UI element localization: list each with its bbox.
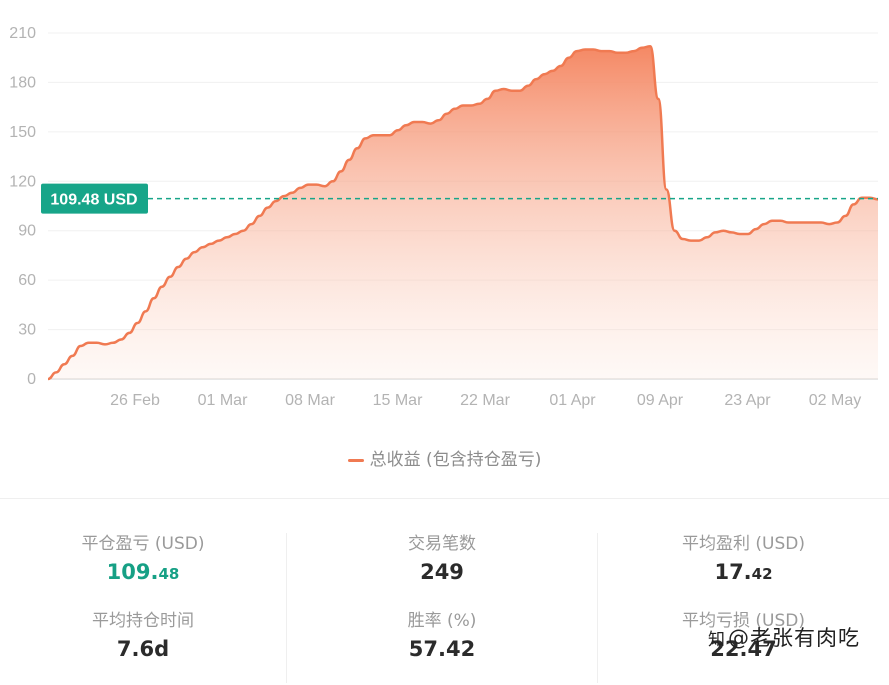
legend-swatch — [347, 458, 364, 462]
x-tick-label: 23 Apr — [724, 392, 771, 409]
y-tick-label: 60 — [18, 272, 36, 289]
closed-pnl-label: 平仓盈亏 (USD) — [81, 534, 205, 554]
trade-count-value: 249 — [420, 560, 464, 584]
avg-holding-time-value: 7.6d — [116, 637, 170, 661]
zhihu-logo-icon: 知 — [708, 630, 726, 650]
x-tick-label: 08 Mar — [285, 392, 335, 409]
stats-column-2: 交易笔数 249 胜率 (%) 57.42 — [287, 533, 597, 683]
watermark: 知@老张有肉吃 — [708, 622, 860, 652]
y-tick-label: 90 — [18, 223, 36, 240]
y-tick-label: 180 — [9, 74, 36, 91]
x-axis-ticks: 26 Feb 01 Mar 08 Mar 15 Mar 22 Mar 01 Apr 09 A… — [110, 392, 861, 409]
stats-column-1: 平仓盈亏 (USD) 109.48 平均持仓时间 7.6d — [0, 533, 286, 683]
x-tick-label: 26 Feb — [110, 392, 160, 409]
avg-profit-label: 平均盈利 (USD) — [682, 534, 805, 554]
stats-column-3: 平均盈利 (USD) 17.42 平均亏损 (USD) 22.47 — [598, 533, 889, 683]
x-tick-label: 09 Apr — [637, 392, 684, 409]
y-tick-label: 30 — [18, 322, 36, 339]
x-tick-label: 01 Apr — [549, 392, 596, 409]
y-tick-label: 120 — [9, 173, 36, 190]
reference-label: 109.48 USD — [50, 192, 137, 209]
stats-panel: 平仓盈亏 (USD) 109.48 平均持仓时间 7.6d 交易笔数 249 胜… — [0, 499, 889, 685]
y-axis-ticks: 0 30 60 90 120 150 180 210 — [9, 25, 36, 388]
x-tick-label: 02 May — [809, 392, 861, 409]
trade-count-label: 交易笔数 — [408, 534, 476, 554]
y-tick-label: 210 — [9, 25, 36, 42]
equity-chart: 0 30 60 90 120 150 180 210 26 Feb 01 Mar 08 Mar 15… — [9, 25, 879, 409]
win-rate-value: 57.42 — [408, 637, 476, 661]
y-tick-label: 0 — [27, 371, 36, 388]
x-tick-label: 15 Mar — [373, 392, 423, 409]
closed-pnl-value: 109.48 — [106, 560, 180, 584]
x-tick-label: 01 Mar — [198, 392, 248, 409]
avg-holding-time-label: 平均持仓时间 — [92, 611, 194, 631]
x-tick-label: 22 Mar — [460, 392, 510, 409]
chart-legend: 总收益 (包含持仓盈亏) — [0, 445, 889, 470]
legend-label: 总收益 (包含持仓盈亏) — [369, 450, 542, 470]
equity-area — [48, 46, 878, 379]
watermark-text: @老张有肉吃 — [728, 626, 860, 650]
win-rate-label: 胜率 (%) — [407, 611, 477, 631]
y-tick-label: 150 — [9, 124, 36, 141]
avg-profit-value: 17.42 — [714, 560, 773, 584]
